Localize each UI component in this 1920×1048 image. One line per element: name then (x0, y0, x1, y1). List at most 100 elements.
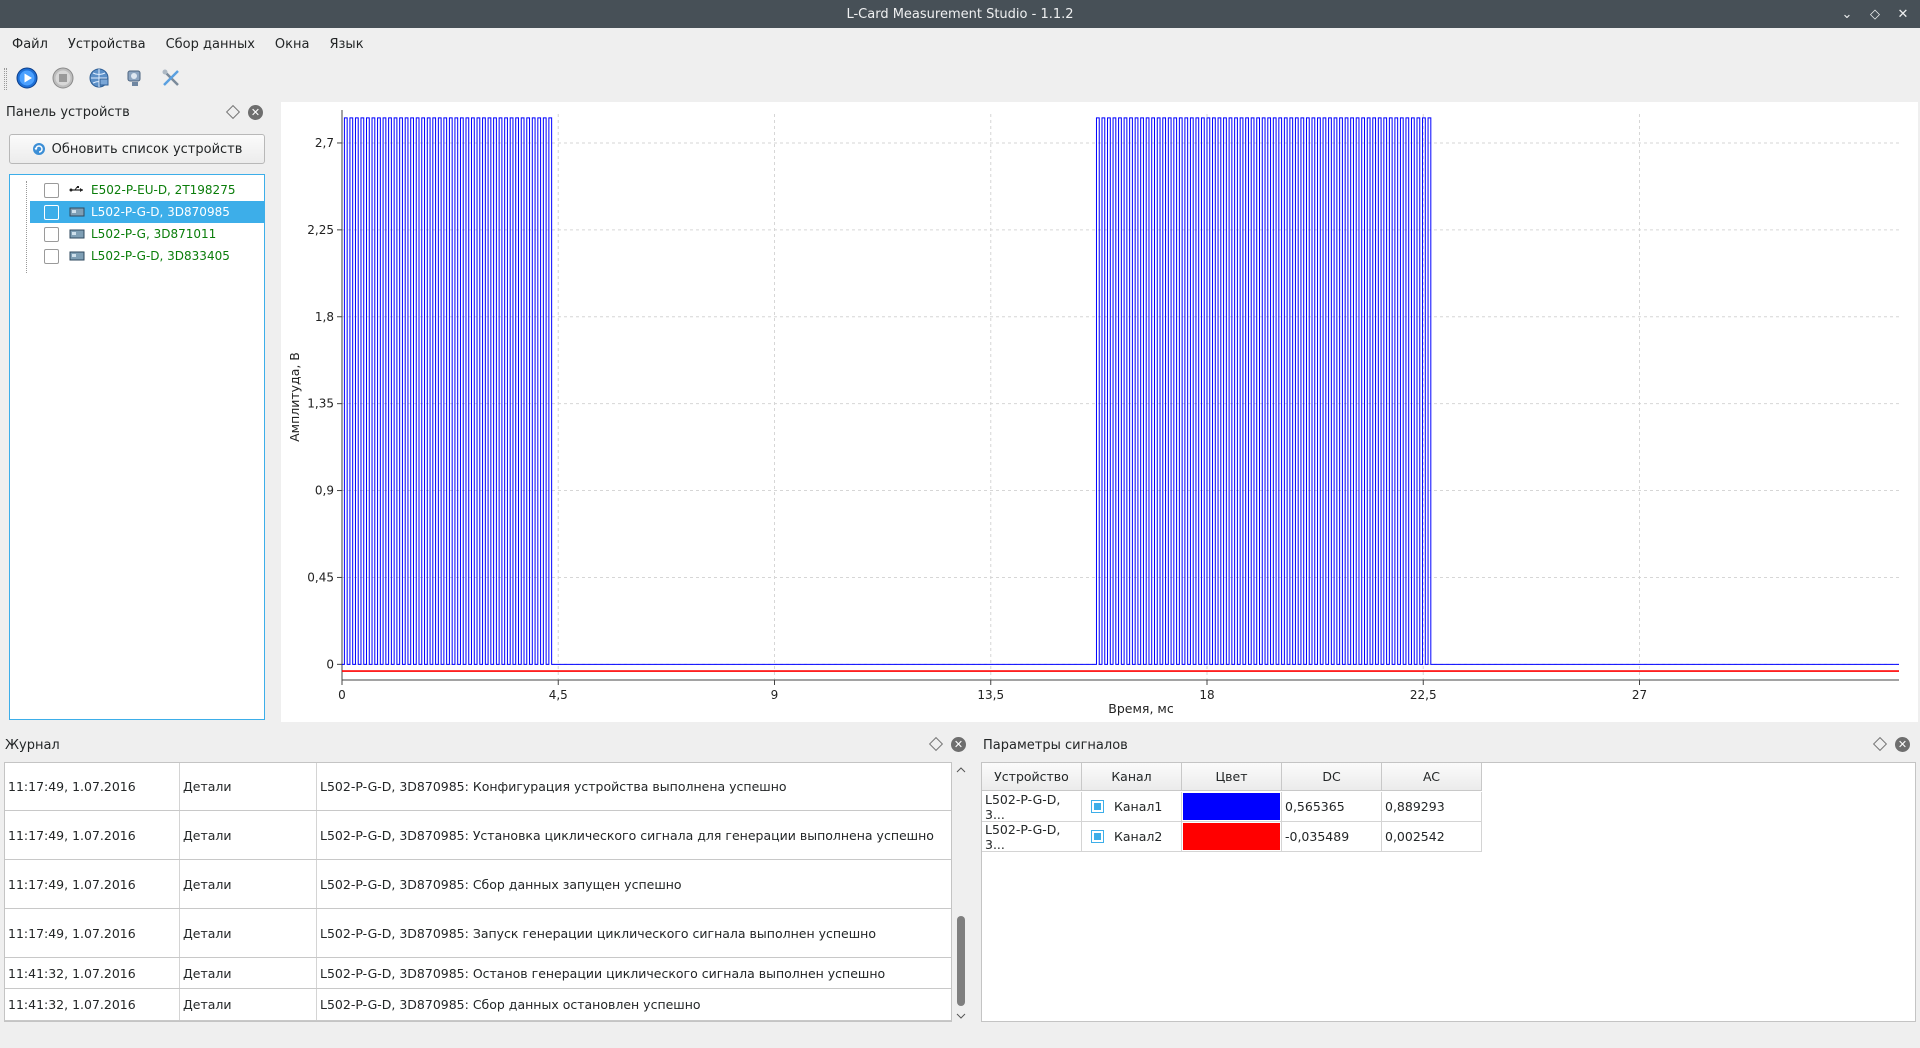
tree-branch-line (26, 181, 27, 273)
menu-bar: Файл Устройства Сбор данных Окна Язык (0, 28, 1920, 60)
journal-level: Детали (180, 860, 317, 908)
device-item[interactable]: L502-P-G-D, 3D833405 (30, 245, 264, 267)
channel-checkbox[interactable] (1091, 830, 1104, 843)
y-tick-label: 0 (326, 657, 334, 671)
close-icon[interactable]: ✕ (248, 104, 263, 120)
float-icon[interactable] (1872, 736, 1888, 752)
device-label: L502-P-G-D, 3D833405 (91, 249, 230, 263)
status-bar (0, 1030, 1920, 1048)
signal-plot[interactable]: 0 4,5 9 13,5 18 22,5 27 0 0,45 0,9 1,35 1,8 2,25 2,7 … (281, 102, 1918, 722)
y-axis-label: Амплитуда, В (287, 352, 302, 442)
device-item[interactable]: L502-P-G-D, 3D870985 (30, 201, 264, 223)
channel-checkbox[interactable] (1091, 800, 1104, 813)
header-color[interactable]: Цвет (1182, 763, 1282, 791)
network-button[interactable] (86, 65, 112, 91)
journal-time: 11:41:32, 1.07.2016 (5, 989, 180, 1020)
x-tick-label: 22,5 (1410, 688, 1437, 702)
toolbar-grip[interactable] (4, 68, 7, 90)
y-tick-label: 2,25 (307, 223, 334, 237)
refresh-devices-button[interactable]: Обновить список устройств (9, 134, 265, 164)
series-layer (342, 117, 1899, 672)
series-line-Канал1 (342, 117, 1899, 665)
color-swatch[interactable] (1183, 793, 1280, 820)
y-tick-label: 0,45 (307, 570, 334, 584)
devices-panel-controls: ✕ (225, 101, 263, 123)
minimize-icon[interactable]: ⌄ (1840, 7, 1854, 22)
cell-channel: Канал1 (1082, 792, 1182, 822)
header-channel[interactable]: Канал (1082, 763, 1182, 791)
table-row[interactable]: 11:17:49, 1.07.2016 Детали L502-P-G-D, 3… (5, 763, 951, 811)
tools-button[interactable] (158, 65, 184, 91)
header-ac[interactable]: AC (1382, 763, 1482, 791)
cell-dc: 0,565365 (1282, 792, 1382, 822)
menu-windows[interactable]: Окна (265, 37, 320, 52)
play-icon (16, 67, 38, 89)
pci-card-icon (69, 251, 85, 261)
window-controls: ⌄ ◇ ✕ (1840, 0, 1910, 28)
device-checkbox[interactable] (44, 248, 59, 264)
scroll-up-icon[interactable] (954, 764, 968, 776)
journal-message: L502-P-G-D, 3D870985: Запуск генерации ц… (320, 925, 876, 941)
device-settings-button[interactable] (122, 65, 148, 91)
start-button[interactable] (14, 65, 40, 91)
device-checkbox[interactable] (44, 226, 59, 242)
device-item[interactable]: L502-P-G, 3D871011 (30, 223, 264, 245)
table-row[interactable]: 11:17:49, 1.07.2016 Детали L502-P-G-D, 3… (5, 811, 951, 860)
table-row[interactable]: 11:41:32, 1.07.2016 Детали L502-P-G-D, 3… (5, 958, 951, 989)
color-swatch[interactable] (1183, 823, 1280, 850)
tools-icon (162, 69, 179, 86)
device-label: L502-P-G, 3D871011 (91, 227, 217, 241)
table-row[interactable]: 11:17:49, 1.07.2016 Детали L502-P-G-D, 3… (5, 909, 951, 958)
header-dc[interactable]: DC (1282, 763, 1382, 791)
signal-params-table: Устройство Канал Цвет DC AC L502-P-G-D, … (981, 762, 1916, 1022)
header-device[interactable]: Устройство (982, 763, 1082, 791)
window-titlebar: L-Card Measurement Studio - 1.1.2 ⌄ ◇ ✕ (0, 0, 1920, 28)
main-toolbar (0, 60, 1920, 96)
journal-level: Детали (180, 763, 317, 810)
menu-devices[interactable]: Устройства (58, 37, 156, 52)
device-item[interactable]: E502-P-EU-D, 2T198275 (30, 179, 264, 201)
journal-time: 11:17:49, 1.07.2016 (5, 909, 180, 957)
journal-time: 11:17:49, 1.07.2016 (5, 860, 180, 908)
device-label: E502-P-EU-D, 2T198275 (91, 183, 236, 197)
float-icon[interactable] (225, 104, 241, 120)
x-tick-label: 9 (771, 688, 779, 702)
menu-file[interactable]: Файл (2, 37, 58, 52)
journal-scrollbar[interactable] (954, 764, 968, 1022)
journal-level: Детали (180, 909, 317, 957)
table-row[interactable]: L502-P-G-D, 3... Канал1 0,565365 0,88929… (982, 792, 1482, 822)
scroll-down-icon[interactable] (954, 1010, 968, 1022)
scrollbar-thumb[interactable] (957, 916, 965, 1006)
cell-color[interactable] (1182, 822, 1282, 852)
cell-device: L502-P-G-D, 3... (982, 822, 1082, 852)
close-icon[interactable]: ✕ (951, 736, 966, 752)
journal-message: L502-P-G-D, 3D870985: Установка цикличес… (320, 827, 934, 843)
table-row[interactable]: L502-P-G-D, 3... Канал2 -0,035489 0,0025… (982, 822, 1482, 852)
device-checkbox[interactable] (44, 204, 59, 220)
table-row[interactable]: 11:17:49, 1.07.2016 Детали L502-P-G-D, 3… (5, 860, 951, 909)
close-icon[interactable]: ✕ (1895, 736, 1910, 752)
stop-button[interactable] (50, 65, 76, 91)
devices-panel-title: Панель устройств (6, 104, 130, 120)
cell-color[interactable] (1182, 792, 1282, 822)
refresh-icon (32, 143, 45, 155)
close-window-icon[interactable]: ✕ (1896, 7, 1910, 22)
cell-dc: -0,035489 (1282, 822, 1382, 852)
settings-icon (127, 70, 141, 86)
x-tick-label: 13,5 (977, 688, 1004, 702)
pci-card-icon (69, 207, 85, 217)
menu-language[interactable]: Язык (319, 37, 373, 52)
journal-time: 11:41:32, 1.07.2016 (5, 958, 180, 988)
maximize-icon[interactable]: ◇ (1868, 7, 1882, 22)
float-icon[interactable] (928, 736, 944, 752)
cell-channel: Канал2 (1082, 822, 1182, 852)
journal-table: 11:17:49, 1.07.2016 Детали L502-P-G-D, 3… (4, 762, 952, 1022)
x-tick-label: 27 (1632, 688, 1647, 702)
stop-icon (52, 67, 74, 89)
menu-acquisition[interactable]: Сбор данных (156, 37, 265, 52)
plot-svg[interactable]: 0 4,5 9 13,5 18 22,5 2700,450,91,351,82,252,7 … (281, 102, 1918, 722)
table-row[interactable]: 11:41:32, 1.07.2016 Детали L502-P-G-D, 3… (5, 989, 951, 1021)
device-tree: E502-P-EU-D, 2T198275 L502-P-G-D, 3D8709… (9, 174, 265, 720)
pci-card-icon (69, 229, 85, 239)
device-checkbox[interactable] (44, 182, 59, 198)
